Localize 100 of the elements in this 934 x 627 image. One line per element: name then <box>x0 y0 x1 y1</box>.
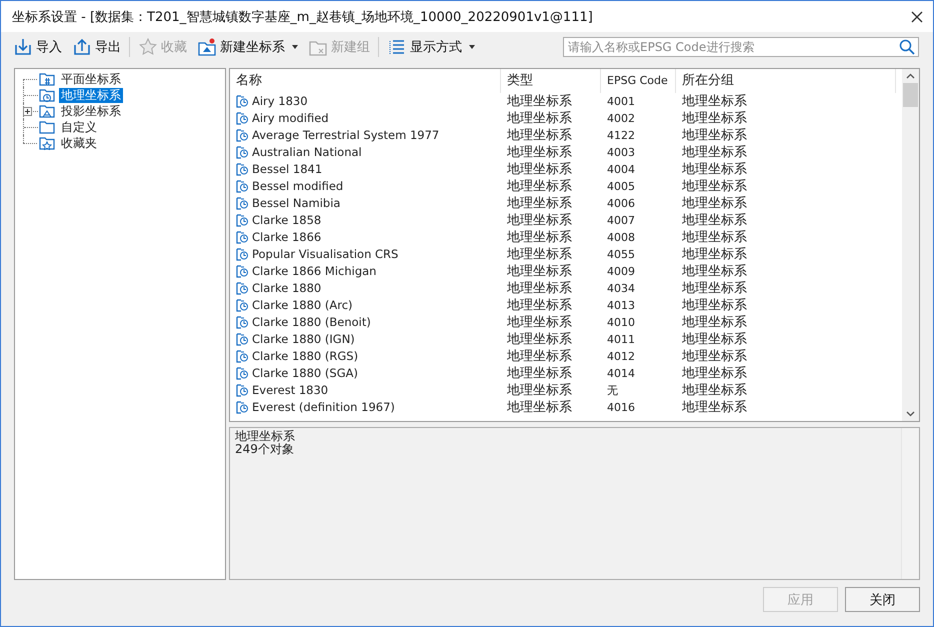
globe-clock-icon <box>236 316 249 329</box>
table-cell: Clarke 1866 <box>252 229 322 246</box>
table-cell: Australian National <box>252 144 362 161</box>
description-text: 249个对象 <box>235 443 295 456</box>
table-cell-text: 地理坐标系 <box>506 93 573 110</box>
table-cell: Average Terrestrial System 1977 <box>252 127 440 144</box>
table-cell: Clarke 1866 Michigan <box>252 263 376 280</box>
table-cell-text: 4006 <box>606 196 636 212</box>
table-cell-text: 4008 <box>606 230 636 246</box>
search-field[interactable]: 请输入名称或EPSG Code进行搜索 <box>563 37 919 57</box>
globe-clock-icon <box>236 129 249 142</box>
window-title: 坐标系设置 - [数据集：T201_智慧城镇数字基座_m_赵巷镇_场地环境_10000_20220901v1@111] <box>12 8 593 26</box>
globe-clock-icon <box>236 384 249 397</box>
table-cell-text: 地理坐标系 <box>506 280 573 297</box>
dialog-button[interactable]: 关闭 <box>845 587 920 612</box>
table-cell-text: 地理坐标系 <box>506 212 573 229</box>
tree-item[interactable]: 投影坐标系 <box>59 104 123 118</box>
scroll-thumb[interactable] <box>903 83 918 107</box>
table-cell: Clarke 1880 (Arc) <box>252 297 353 314</box>
toolbar-button[interactable]: 新建坐标系 <box>193 35 302 59</box>
table-cell: Bessel 1841 <box>252 161 322 178</box>
close-icon[interactable] <box>911 10 923 22</box>
table-cell: Bessel modified <box>252 178 344 195</box>
table-cell-text: 地理坐标系 <box>506 399 573 416</box>
globe-clock-icon <box>236 350 249 363</box>
table-cell-text: 地理坐标系 <box>681 161 748 178</box>
table-cell-text: 地理坐标系 <box>681 399 748 416</box>
tree-item[interactable]: 收藏夹 <box>59 136 99 150</box>
table-cell-text: 4001 <box>606 94 636 110</box>
globe-clock-icon <box>236 231 249 244</box>
globe-clock-icon <box>236 112 249 125</box>
table-cell-text: 地理坐标系 <box>506 263 573 280</box>
table-cell-text: 4034 <box>606 281 636 297</box>
table-cell-text: 4003 <box>606 145 636 161</box>
table-cell: Everest 1830 <box>252 382 328 399</box>
table-cell-text: 地理坐标系 <box>681 93 748 110</box>
globe-clock-icon <box>236 146 249 159</box>
tree-item[interactable]: 自定义 <box>59 120 99 134</box>
table-cell-text: 地理坐标系 <box>506 195 573 212</box>
globe-clock-icon <box>236 163 249 176</box>
globe-clock-icon <box>236 197 249 210</box>
tree-item[interactable]: 平面坐标系 <box>59 72 123 86</box>
table-cell-text: 地理坐标系 <box>506 314 573 331</box>
table-cell-text: 地理坐标系 <box>506 229 573 246</box>
table-cell: Clarke 1880 (RGS) <box>252 348 358 365</box>
folder-icon <box>39 72 55 86</box>
table-cell-text: 地理坐标系 <box>506 348 573 365</box>
table-cell-text: 地理坐标系 <box>506 382 573 399</box>
table-cell-text: 地理坐标系 <box>506 178 573 195</box>
scrollbar[interactable] <box>902 69 919 421</box>
table-cell-text: 4009 <box>606 264 636 280</box>
toolbar-button[interactable]: 导出 <box>68 35 125 59</box>
table-cell-text: 地理坐标系 <box>506 161 573 178</box>
table-cell: Clarke 1858 <box>252 212 322 229</box>
table-cell-text: 地理坐标系 <box>506 297 573 314</box>
toolbar-button[interactable]: 显示方式 <box>383 35 479 59</box>
table-cell-text: 地理坐标系 <box>681 212 748 229</box>
column-header[interactable]: 类型 <box>501 69 601 93</box>
description-text: 地理坐标系 <box>235 430 296 443</box>
table-cell: Clarke 1880 <box>252 280 322 297</box>
globe-clock-icon <box>236 265 249 278</box>
column-header[interactable]: 名称 <box>230 69 501 93</box>
table-cell-text: 4016 <box>606 400 636 416</box>
table-cell-text: 4007 <box>606 213 636 229</box>
table-cell: Airy 1830 <box>252 93 308 110</box>
globe-clock-icon <box>236 333 249 346</box>
table-cell-text: 地理坐标系 <box>506 365 573 382</box>
table-cell-text: 4004 <box>606 162 636 178</box>
table-cell: Bessel Namibia <box>252 195 340 212</box>
tree-item[interactable]: 地理坐标系 <box>59 88 123 102</box>
expand-icon[interactable] <box>23 106 32 116</box>
star-icon <box>138 37 158 57</box>
toolbar-button[interactable]: 导入 <box>9 35 66 59</box>
column-header[interactable]: EPSG Code <box>601 69 676 93</box>
table-cell-text: 无 <box>606 383 619 399</box>
globe-clock-icon <box>236 180 249 193</box>
table-cell-text: 地理坐标系 <box>681 382 748 399</box>
table-cell-text: 4011 <box>606 332 636 348</box>
table-cell-text: 地理坐标系 <box>681 331 748 348</box>
globe-clock-icon <box>236 367 249 380</box>
column-header[interactable]: 所在分组 <box>676 69 896 93</box>
table-cell-text: 4010 <box>606 315 636 331</box>
table-cell: Clarke 1880 (IGN) <box>252 331 355 348</box>
table-cell-text: 地理坐标系 <box>681 178 748 195</box>
globe-clock-icon <box>236 299 249 312</box>
folder-icon <box>39 104 55 118</box>
table-cell-text: 4013 <box>606 298 636 314</box>
table-cell-text: 地理坐标系 <box>681 246 748 263</box>
export-icon <box>72 37 92 57</box>
table-cell-text: 地理坐标系 <box>681 280 748 297</box>
table-cell-text: 地理坐标系 <box>681 195 748 212</box>
globe-clock-icon <box>236 95 249 108</box>
globe-clock-icon <box>236 248 249 261</box>
table-cell-text: 4012 <box>606 349 636 365</box>
folder-icon <box>197 37 217 57</box>
table-cell-text: 地理坐标系 <box>681 314 748 331</box>
table-cell-text: 地理坐标系 <box>681 110 748 127</box>
search-icon[interactable] <box>899 39 915 55</box>
globe-clock-icon <box>236 282 249 295</box>
import-icon <box>13 37 33 57</box>
